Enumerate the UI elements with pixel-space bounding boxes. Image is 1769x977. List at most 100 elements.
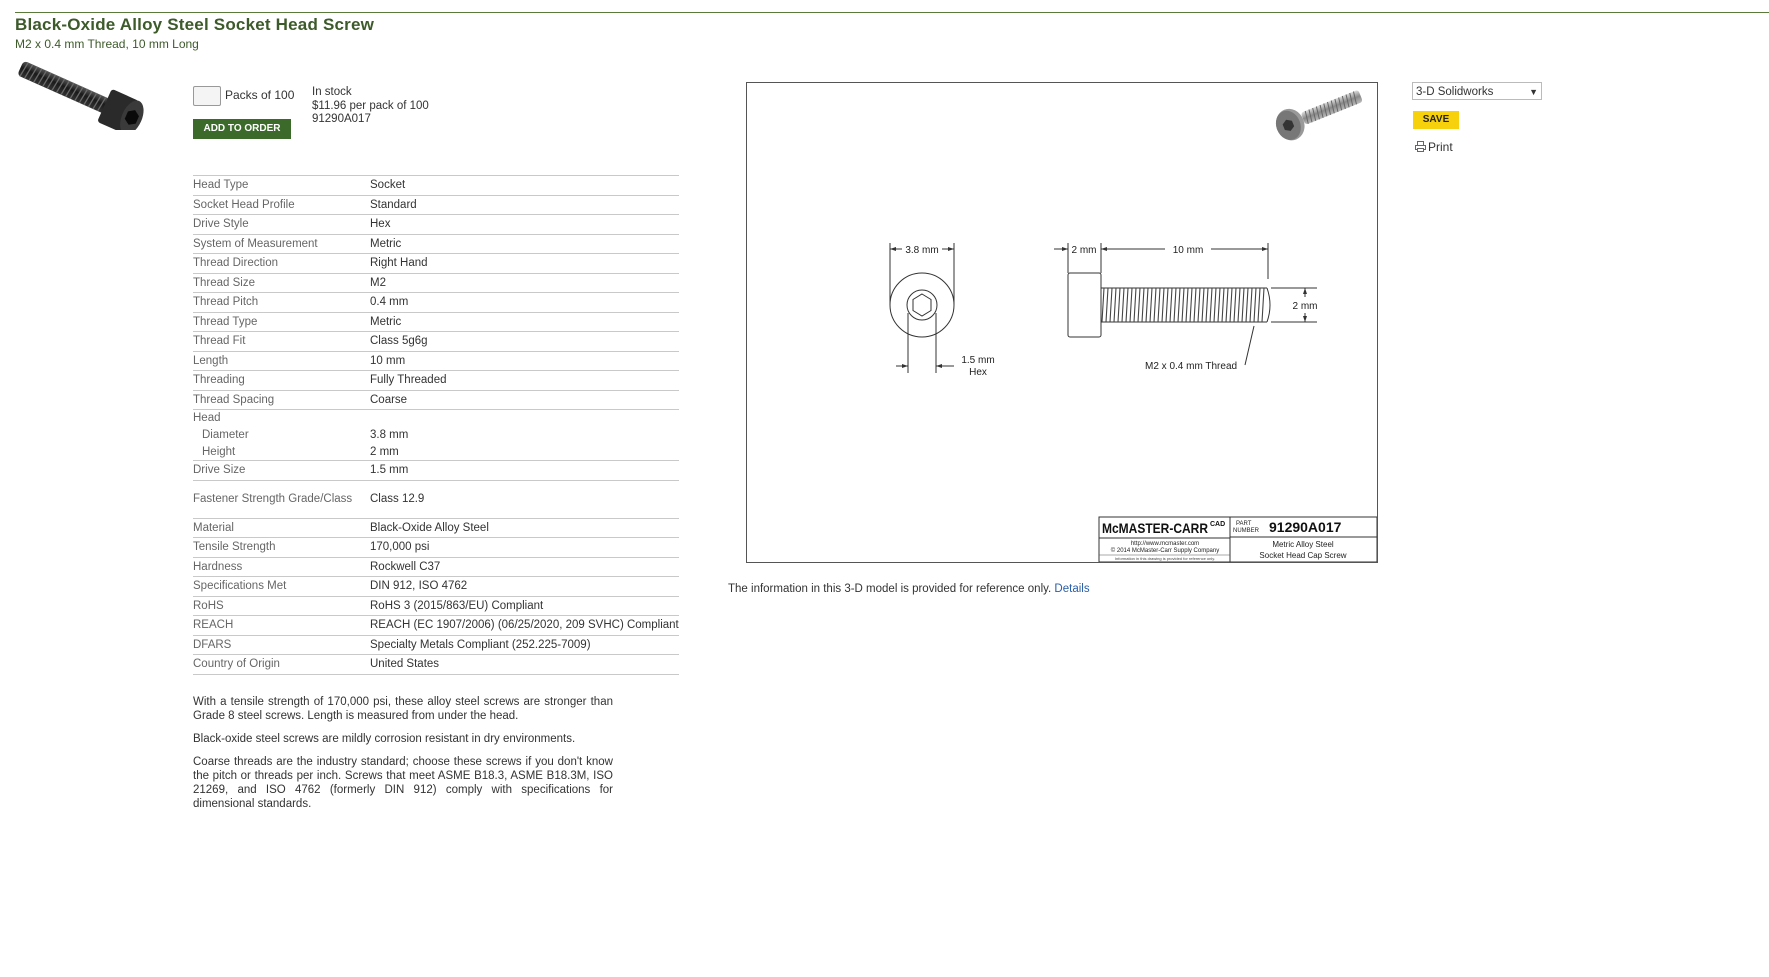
spec-key: Thread Direction (193, 253, 370, 274)
spec-row: REACH REACH (EC 1907/2006) (06/25/2020, 2… (193, 615, 679, 636)
dropdown-arrow-icon: ▼ (1529, 87, 1538, 97)
spec-row: Fastener Strength Grade/Class Class 12.9 (193, 480, 679, 519)
spec-row: Length 10 mm (193, 351, 679, 371)
quantity-input[interactable] (193, 86, 221, 106)
spec-row: Socket Head Profile Standard (193, 195, 679, 215)
dim-thread-diameter: 2 mm (1293, 301, 1318, 312)
spec-row: Thread Fit Class 5g6g (193, 331, 679, 352)
printer-icon (1415, 141, 1426, 152)
technical-drawing: 3.8 mm 1.5 mm Hex 2 mm 10 mm 2 mm M2 x 0… (889, 90, 1377, 562)
spec-row: Hardness Rockwell C37 (193, 557, 679, 577)
dim-head-diameter: 3.8 mm (905, 245, 938, 256)
spec-value: Class 12.9 (370, 480, 679, 519)
spec-value: Coarse (370, 390, 679, 410)
spec-value: Rockwell C37 (370, 557, 679, 577)
product-description: With a tensile strength of 170,000 psi, … (193, 695, 613, 820)
screw-3d-icon (1275, 90, 1363, 141)
spec-key: REACH (193, 615, 370, 636)
spec-row: Specifications Met DIN 912, ISO 4762 (193, 576, 679, 597)
spec-value: 10 mm (370, 351, 679, 371)
title-block-fine-print: Information in this drawing is provided … (1115, 556, 1215, 561)
cad-mark: CAD (1210, 521, 1225, 528)
print-link[interactable]: Print (1415, 140, 1453, 154)
spec-value (370, 410, 679, 427)
spec-value: RoHS 3 (2015/863/EU) Compliant (370, 596, 679, 616)
title-block-desc-2: Socket Head Cap Screw (1259, 551, 1346, 560)
print-label: Print (1428, 140, 1453, 154)
dim-hex: 1.5 mm (961, 355, 994, 366)
spec-value: United States (370, 654, 679, 675)
stock-info: In stock $11.96 per pack of 100 91290A01… (312, 86, 429, 127)
description-paragraph: With a tensile strength of 170,000 psi, … (193, 696, 613, 722)
brand-logo: McMASTER-CARR (1102, 520, 1208, 536)
spec-row: Threading Fully Threaded (193, 370, 679, 391)
spec-value: Hex (370, 214, 679, 235)
details-link[interactable]: Details (1054, 583, 1089, 595)
dim-length: 10 mm (1173, 245, 1204, 256)
title-block-desc-1: Metric Alloy Steel (1272, 540, 1334, 549)
spec-row: DFARS Specialty Metals Compliant (252.225… (193, 635, 679, 655)
spec-value: M2 (370, 273, 679, 293)
spec-value: REACH (EC 1907/2006) (06/25/2020, 209 SV… (370, 615, 679, 636)
spec-key: DFARS (193, 635, 370, 655)
save-button[interactable]: SAVE (1413, 111, 1459, 129)
spec-key: Specifications Met (193, 576, 370, 597)
title-block-copyright: © 2014 McMaster-Carr Supply Company (1111, 547, 1219, 554)
title-block: McMASTER-CARR CAD PART NUMBER 91290A017 … (1098, 516, 1377, 562)
spec-key: Socket Head Profile (193, 195, 370, 215)
spec-value: Socket (370, 175, 679, 196)
spec-key: Diameter (202, 428, 249, 441)
spec-row: Drive Size 1.5 mm (193, 460, 679, 481)
spec-row: Thread Spacing Coarse (193, 390, 679, 410)
dim-hex-label: Hex (969, 367, 987, 378)
spec-value: Fully Threaded (370, 370, 679, 391)
spec-row: Head Type Socket (193, 175, 679, 196)
spec-key: Head Type (193, 175, 370, 196)
spec-value: 170,000 psi (370, 537, 679, 558)
spec-row: Thread Size M2 (193, 273, 679, 293)
spec-key: Threading (193, 370, 370, 391)
spec-row: Thread Pitch 0.4 mm (193, 292, 679, 313)
spec-group-row: Head (193, 410, 679, 427)
spec-row: System of Measurement Metric (193, 234, 679, 254)
spec-key: Material (193, 518, 370, 538)
pack-label: Packs of 100 (225, 88, 295, 102)
spec-row: Drive Style Hex (193, 214, 679, 235)
spec-key: System of Measurement (193, 234, 370, 254)
spec-key: Thread Size (193, 273, 370, 293)
spec-row: Country of Origin United States (193, 654, 679, 675)
spec-value: Metric (370, 312, 679, 332)
spec-key: Length (193, 351, 370, 371)
spec-key: Height (193, 443, 370, 461)
title-block-website: http://www.mcmaster.com (1131, 541, 1199, 547)
spec-key: Country of Origin (193, 654, 370, 675)
spec-value: 3.8 mm (370, 428, 409, 441)
spec-value: Right Hand (370, 253, 679, 274)
spec-row: RoHS RoHS 3 (2015/863/EU) Compliant (193, 596, 679, 616)
part-number-label-2: NUMBER (1233, 528, 1260, 534)
spec-key: Thread Pitch (193, 292, 370, 313)
dim-head-height: 2 mm (1072, 245, 1097, 256)
spec-value: Metric (370, 234, 679, 254)
spec-row: Material Black-Oxide Alloy Steel (193, 518, 679, 538)
product-subtitle: M2 x 0.4 mm Thread, 10 mm Long (15, 37, 199, 51)
thread-callout: M2 x 0.4 mm Thread (1145, 361, 1237, 372)
product-title: Black-Oxide Alloy Steel Socket Head Scre… (15, 15, 375, 34)
add-to-order-button[interactable]: ADD TO ORDER (193, 119, 291, 139)
spec-row: Tensile Strength 170,000 psi (193, 537, 679, 558)
description-paragraph: Coarse threads are the industry standard… (193, 756, 613, 810)
spec-row: Diameter 3.8 mm (193, 426, 679, 443)
title-block-part-number: 91290A017 (1269, 519, 1342, 535)
spec-key: Thread Type (193, 312, 370, 332)
spec-value: DIN 912, ISO 4762 (370, 576, 679, 597)
cad-format-select[interactable]: 3-D Solidworks ▼ (1412, 82, 1542, 100)
spec-key: RoHS (193, 596, 370, 616)
spec-row: Thread Direction Right Hand (193, 253, 679, 274)
cad-drawing-viewer[interactable]: 3.8 mm 1.5 mm Hex 2 mm 10 mm 2 mm M2 x 0… (746, 82, 1378, 563)
stock-status: In stock (312, 86, 352, 98)
spec-value: Black-Oxide Alloy Steel (370, 518, 679, 538)
spec-value: 2 mm (370, 443, 679, 461)
spec-key: Tensile Strength (193, 537, 370, 558)
spec-value: Class 5g6g (370, 331, 679, 352)
header-rule (15, 12, 1769, 13)
